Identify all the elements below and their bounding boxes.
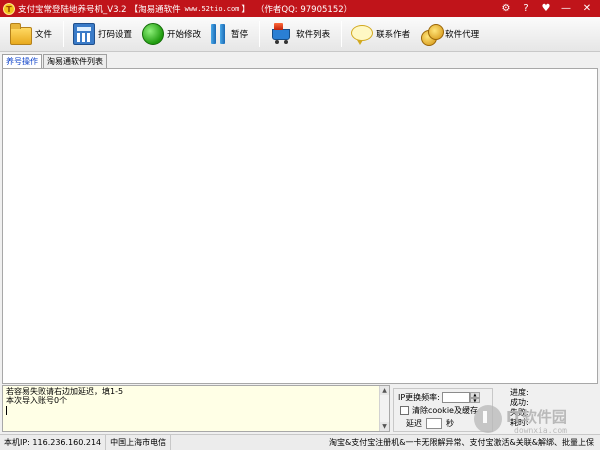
- close-button[interactable]: ✕: [576, 1, 598, 16]
- window-author: （作者QQ: 97905152）: [255, 4, 353, 15]
- help-icon[interactable]: ?: [516, 1, 536, 16]
- toolbar-separator: [259, 21, 261, 47]
- agent-label: 软件代理: [445, 30, 480, 40]
- pause-label: 暂停: [231, 30, 249, 40]
- toolbar-separator: [341, 21, 343, 47]
- success-label: 成功:: [510, 398, 529, 407]
- coins-icon: [420, 23, 445, 46]
- scroll-down-icon[interactable]: ▼: [380, 422, 389, 431]
- log-line: 若容易失败请右边加延迟，填1-5: [6, 387, 124, 396]
- clear-cookie-checkbox[interactable]: [400, 406, 409, 415]
- skin-icon[interactable]: ♥: [536, 1, 556, 16]
- calculator-icon: [73, 23, 96, 45]
- account-list-panel[interactable]: [2, 68, 598, 384]
- agent-button[interactable]: 软件代理: [416, 19, 483, 50]
- start-label: 开始修改: [167, 30, 202, 40]
- pause-button[interactable]: 暂停: [207, 19, 252, 50]
- software-list-label: 软件列表: [296, 30, 331, 40]
- toolbar: 文件 打码设置 开始修改 暂停 软件列表 联系作者 软件代理: [0, 17, 600, 52]
- file-button[interactable]: 文件: [6, 19, 56, 50]
- contact-label: 联系作者: [376, 30, 411, 40]
- ip-change-input[interactable]: [441, 392, 470, 403]
- chat-bubble-icon: [351, 25, 374, 45]
- window-controls: ⚙ ? ♥ — ✕: [496, 1, 598, 16]
- failed-label: 失败:: [510, 408, 529, 417]
- delay-label: 延迟: [406, 419, 422, 428]
- log-line: 本次导入账号0个: [6, 396, 68, 405]
- app-icon: T: [3, 2, 15, 15]
- window-bracket-close: 】: [241, 4, 250, 15]
- clear-cookie-label: 清除cookie及缓存: [412, 406, 478, 415]
- ip-change-row: IP更换频率: ▲ ▼: [398, 391, 488, 404]
- text-cursor: [6, 406, 7, 415]
- title-bar: T 支付宝常登陆地养号机_V3.2 【淘易通软件 www.52tio.com 】…: [0, 0, 600, 17]
- start-circle-icon: [142, 23, 165, 45]
- tab-account-operations[interactable]: 养号操作: [2, 54, 42, 69]
- delay-row: 延迟 秒: [398, 417, 488, 430]
- window-url: www.52tio.com: [184, 4, 240, 13]
- ip-change-label: IP更换频率:: [398, 393, 440, 402]
- file-label: 文件: [35, 30, 53, 40]
- log-textarea[interactable]: 若容易失败请右边加延迟，填1-5 本次导入账号0个 ▲ ▼: [2, 385, 390, 432]
- tab-software-list[interactable]: 淘易通软件列表: [43, 54, 107, 68]
- folder-icon: [10, 22, 32, 45]
- ad-marquee[interactable]: 淘宝&支付宝注册机&一卡无限解异常、支付宝激活&关联&解绑、批量上保: [325, 435, 598, 450]
- start-button[interactable]: 开始修改: [138, 19, 205, 50]
- print-settings-button[interactable]: 打码设置: [69, 19, 136, 50]
- local-ip: 本机IP: 116.236.160.214: [0, 434, 107, 450]
- scroll-up-icon[interactable]: ▲: [380, 386, 389, 395]
- settings-icon[interactable]: ⚙: [496, 1, 516, 16]
- ip-settings-panel: IP更换频率: ▲ ▼ 清除cookie及缓存 延迟 秒: [393, 388, 493, 432]
- window-brand: 【淘易通软件: [129, 4, 181, 15]
- log-scrollbar[interactable]: ▲ ▼: [379, 386, 389, 431]
- progress-label: 进度:: [510, 388, 529, 397]
- toolbar-separator: [63, 21, 65, 47]
- pause-icon: [211, 24, 226, 44]
- ip-location: 中国上海市电信: [106, 434, 172, 450]
- ip-change-stepper[interactable]: ▲ ▼: [469, 392, 480, 403]
- window-title: 支付宝常登陆地养号机_V3.2: [18, 4, 127, 15]
- contact-author-button[interactable]: 联系作者: [347, 19, 414, 50]
- tab-strip: 养号操作 淘易通软件列表: [2, 54, 108, 69]
- clear-cookie-row: 清除cookie及缓存: [398, 404, 488, 417]
- progress-panel: 进度: 成功: 失败: 耗时:: [498, 388, 596, 432]
- print-settings-label: 打码设置: [98, 30, 133, 40]
- cart-icon: [269, 23, 293, 45]
- delay-input[interactable]: [426, 418, 442, 429]
- delay-unit: 秒: [446, 419, 454, 428]
- elapsed-label: 耗时:: [510, 418, 529, 427]
- status-bar: 本机IP: 116.236.160.214 中国上海市电信 淘宝&支付宝注册机&…: [0, 434, 600, 450]
- software-list-button[interactable]: 软件列表: [265, 19, 334, 50]
- minimize-button[interactable]: —: [556, 1, 576, 16]
